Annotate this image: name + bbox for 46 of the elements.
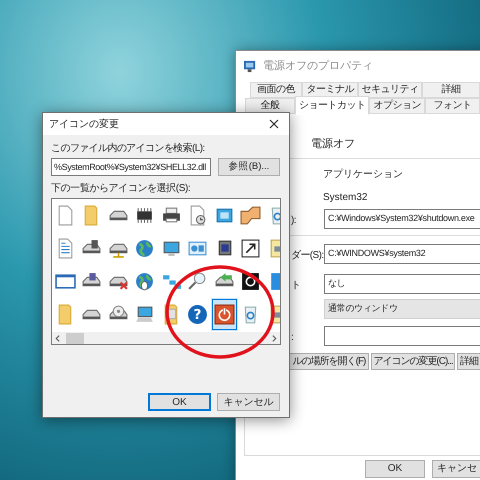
tab[interactable]: オプション [369, 98, 425, 114]
dialog-button[interactable]: キャンセル [217, 393, 280, 411]
tab[interactable]: 画面の色 [250, 82, 302, 98]
globe-icon [134, 271, 156, 292]
info-text: アプリケーション [323, 168, 403, 182]
horizontal-scrollbar[interactable] [52, 332, 280, 344]
dialog-button[interactable]: OK [148, 393, 211, 411]
close-icon [269, 119, 279, 129]
chevron-left-icon[interactable] [55, 334, 60, 342]
computer-icon [134, 304, 156, 325]
input-field[interactable]: %SystemRoot%¥System32¥SHELL32.dll [51, 158, 211, 176]
dialog-button[interactable]: OK [365, 460, 425, 478]
field-label: ): [291, 215, 296, 226]
tab[interactable]: セキュリティ [358, 82, 422, 98]
tab[interactable]: 詳細 [422, 82, 480, 98]
input-field[interactable] [324, 326, 480, 346]
globe-icon [134, 238, 156, 259]
field-label: このファイル内のアイコンを検索(L): [51, 143, 205, 155]
icon-choice[interactable]: ? [184, 298, 211, 331]
tab[interactable]: フォント [425, 98, 480, 114]
input-field[interactable]: なし [324, 274, 480, 294]
tab[interactable]: ショートカット [295, 96, 369, 115]
scrollbar-thumb[interactable] [66, 332, 84, 344]
action-button[interactable]: アイコンの変更(C)... [371, 353, 455, 370]
action-button[interactable]: 詳細 [457, 353, 480, 370]
hand-icon [240, 205, 262, 226]
shortcut-name: 電源オフ [311, 138, 355, 150]
dialog-button[interactable]: キャンセ [432, 460, 480, 478]
chevron-right-icon[interactable] [272, 334, 277, 342]
power-icon [214, 304, 235, 325]
dialog-title: アイコンの変更 [49, 118, 119, 132]
dropdown[interactable]: 通常のウィンドウ [324, 299, 480, 319]
magnifier-icon [187, 271, 208, 292]
browse-button[interactable]: 参照(B)... [218, 158, 280, 176]
field-label: ダー(S): [291, 250, 324, 261]
list-label: 下の一覧からアイコンを選択(S): [51, 183, 190, 195]
window-title: 電源オフのプロパティ [263, 58, 373, 74]
input-field[interactable]: C:¥Windows¥System32¥shutdown.exe [324, 209, 480, 229]
input-field[interactable]: C:¥WINDOWS¥system32 [324, 244, 480, 264]
icon-choice[interactable] [211, 298, 238, 331]
field-label: : [291, 332, 294, 343]
help-icon: ? [187, 304, 208, 325]
info-text: System32 [323, 191, 368, 205]
action-button[interactable]: ルの場所を開く(F) [289, 353, 369, 370]
field-label: ト [291, 280, 300, 291]
app-window-icon [244, 60, 257, 72]
